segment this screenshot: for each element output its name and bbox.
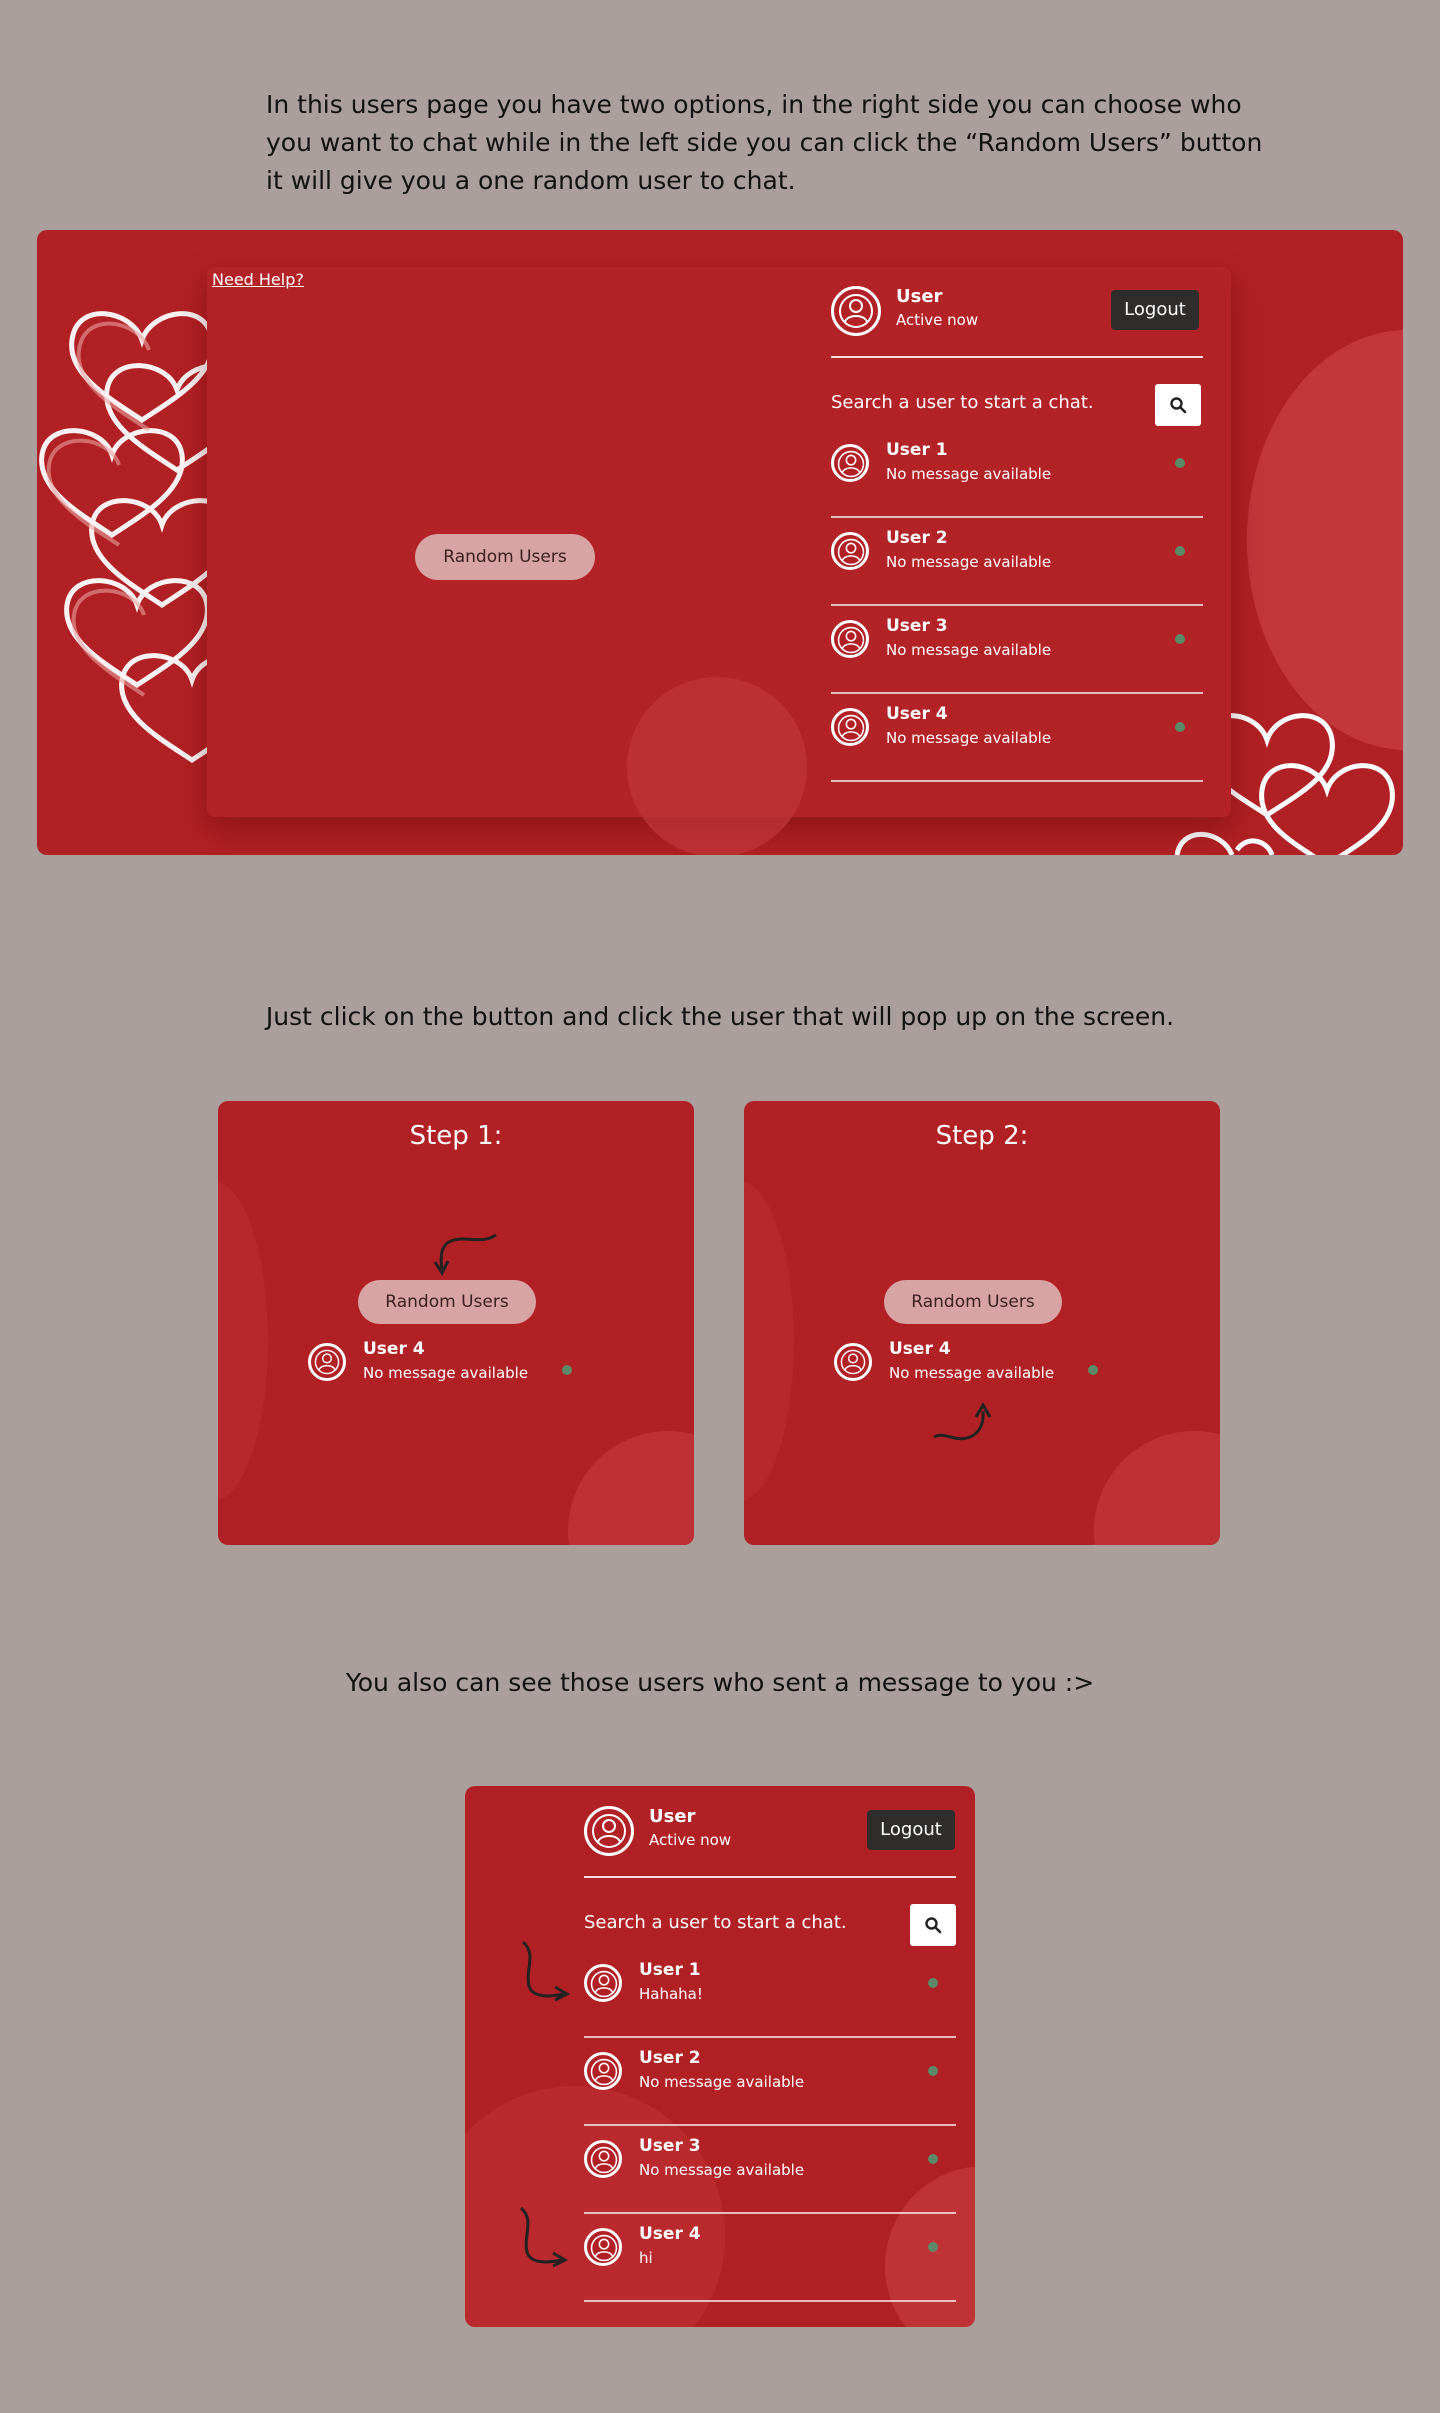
background-blob — [1094, 1431, 1220, 1545]
search-input[interactable]: Search a user to start a chat. — [831, 392, 1094, 413]
panel-header: User Active now Logout — [831, 286, 1203, 358]
user-row[interactable]: User 1 Hahaha! — [584, 1950, 956, 2038]
user-name: User 3 — [639, 2136, 701, 2156]
curved-arrow-icon — [933, 1402, 992, 1441]
user-last-message: hi — [639, 2249, 653, 2267]
random-users-button[interactable]: Random Users — [884, 1280, 1062, 1324]
panel-header: User Active now Logout — [584, 1806, 956, 1878]
online-dot-icon — [1175, 634, 1185, 644]
user-row[interactable]: User 4 No message available — [831, 694, 1203, 782]
current-user-name: User — [649, 1806, 696, 1827]
intro-caption: In this users page you have two options,… — [266, 90, 1263, 195]
online-dot-icon — [1175, 722, 1185, 732]
user-avatar-icon — [308, 1343, 346, 1381]
user-avatar-icon — [584, 2052, 622, 2090]
user-name: User 3 — [886, 616, 948, 636]
user-last-message: No message available — [886, 465, 1052, 483]
users-page-screenshot: Need Help? Random Users User Active now … — [37, 230, 1403, 855]
search-icon — [925, 1917, 942, 1934]
user-row[interactable]: User 3 No message available — [831, 606, 1203, 694]
online-dot-icon — [1175, 458, 1185, 468]
user-avatar-icon — [831, 708, 869, 746]
user-name: User 2 — [639, 2048, 701, 2068]
step-1-card: Step 1: Random Users User 4 No message a… — [218, 1101, 694, 1545]
background-blob — [568, 1431, 694, 1545]
online-dot-icon — [928, 2242, 938, 2252]
user-avatar-icon — [831, 444, 869, 482]
step-title: Step 2: — [935, 1121, 1029, 1151]
online-dot-icon — [1175, 546, 1185, 556]
user-row[interactable]: User 3 No message available — [584, 2126, 956, 2214]
step-title: Step 1: — [409, 1121, 503, 1151]
curved-arrow-icon — [521, 1940, 571, 2002]
user-avatar-icon — [831, 620, 869, 658]
user-avatar-icon — [584, 2228, 622, 2266]
online-dot-icon — [928, 2154, 938, 2164]
current-user-status: Active now — [896, 311, 979, 329]
user-avatar-icon — [584, 1806, 634, 1856]
user-last-message: No message available — [886, 729, 1052, 747]
need-help-link[interactable]: Need Help? — [212, 270, 304, 289]
user-name: User 4 — [639, 2224, 701, 2244]
random-user-row[interactable]: User 4 No message available — [308, 1329, 598, 1415]
random-users-button[interactable]: Random Users — [415, 534, 595, 580]
step-2-card: Step 2: Random Users User 4 No message a… — [744, 1101, 1220, 1545]
user-last-message: No message available — [886, 553, 1052, 571]
search-button[interactable] — [910, 1904, 956, 1946]
user-last-message: Hahaha! — [639, 1985, 703, 2003]
user-name: User 2 — [886, 528, 948, 548]
online-dot-icon — [928, 1978, 938, 1988]
background-blob — [744, 1181, 794, 1501]
user-row[interactable]: User 1 No message available — [831, 430, 1203, 518]
user-name: User 4 — [363, 1339, 425, 1359]
current-user-status: Active now — [649, 1831, 732, 1849]
user-last-message: No message available — [886, 641, 1052, 659]
user-name: User 1 — [886, 440, 948, 460]
background-blob — [627, 677, 807, 855]
user-avatar-icon — [584, 1964, 622, 2002]
user-row[interactable]: User 2 No message available — [584, 2038, 956, 2126]
online-dot-icon — [562, 1365, 572, 1375]
user-row[interactable]: User 4 hi — [584, 2214, 956, 2302]
search-input[interactable]: Search a user to start a chat. — [584, 1912, 847, 1933]
messages-screenshot: User Active now Logout Search a user to … — [465, 1786, 975, 2327]
user-last-message: No message available — [639, 2073, 805, 2091]
online-dot-icon — [1088, 1365, 1098, 1375]
user-name: User 4 — [886, 704, 948, 724]
user-avatar-icon — [584, 2140, 622, 2178]
curved-arrow-icon — [519, 2206, 569, 2268]
online-dot-icon — [928, 2066, 938, 2076]
background-blob — [218, 1181, 268, 1501]
user-avatar-icon — [831, 286, 881, 336]
user-row[interactable]: User 2 No message available — [831, 518, 1203, 606]
current-user-name: User — [896, 286, 943, 307]
curved-arrow-icon — [433, 1233, 497, 1277]
user-avatar-icon — [831, 532, 869, 570]
user-name: User 4 — [889, 1339, 951, 1359]
search-button[interactable] — [1155, 384, 1201, 426]
logout-button[interactable]: Logout — [867, 1810, 955, 1850]
user-name: User 1 — [639, 1960, 701, 1980]
search-icon — [1170, 397, 1187, 414]
user-avatar-icon — [834, 1343, 872, 1381]
user-last-message: No message available — [889, 1364, 1055, 1382]
user-last-message: No message available — [639, 2161, 805, 2179]
messages-caption: You also can see those users who sent a … — [345, 1668, 1095, 1697]
logout-button[interactable]: Logout — [1111, 290, 1199, 330]
random-users-button[interactable]: Random Users — [358, 1280, 536, 1324]
step-caption: Just click on the button and click the u… — [265, 1002, 1175, 1031]
user-last-message: No message available — [363, 1364, 529, 1382]
